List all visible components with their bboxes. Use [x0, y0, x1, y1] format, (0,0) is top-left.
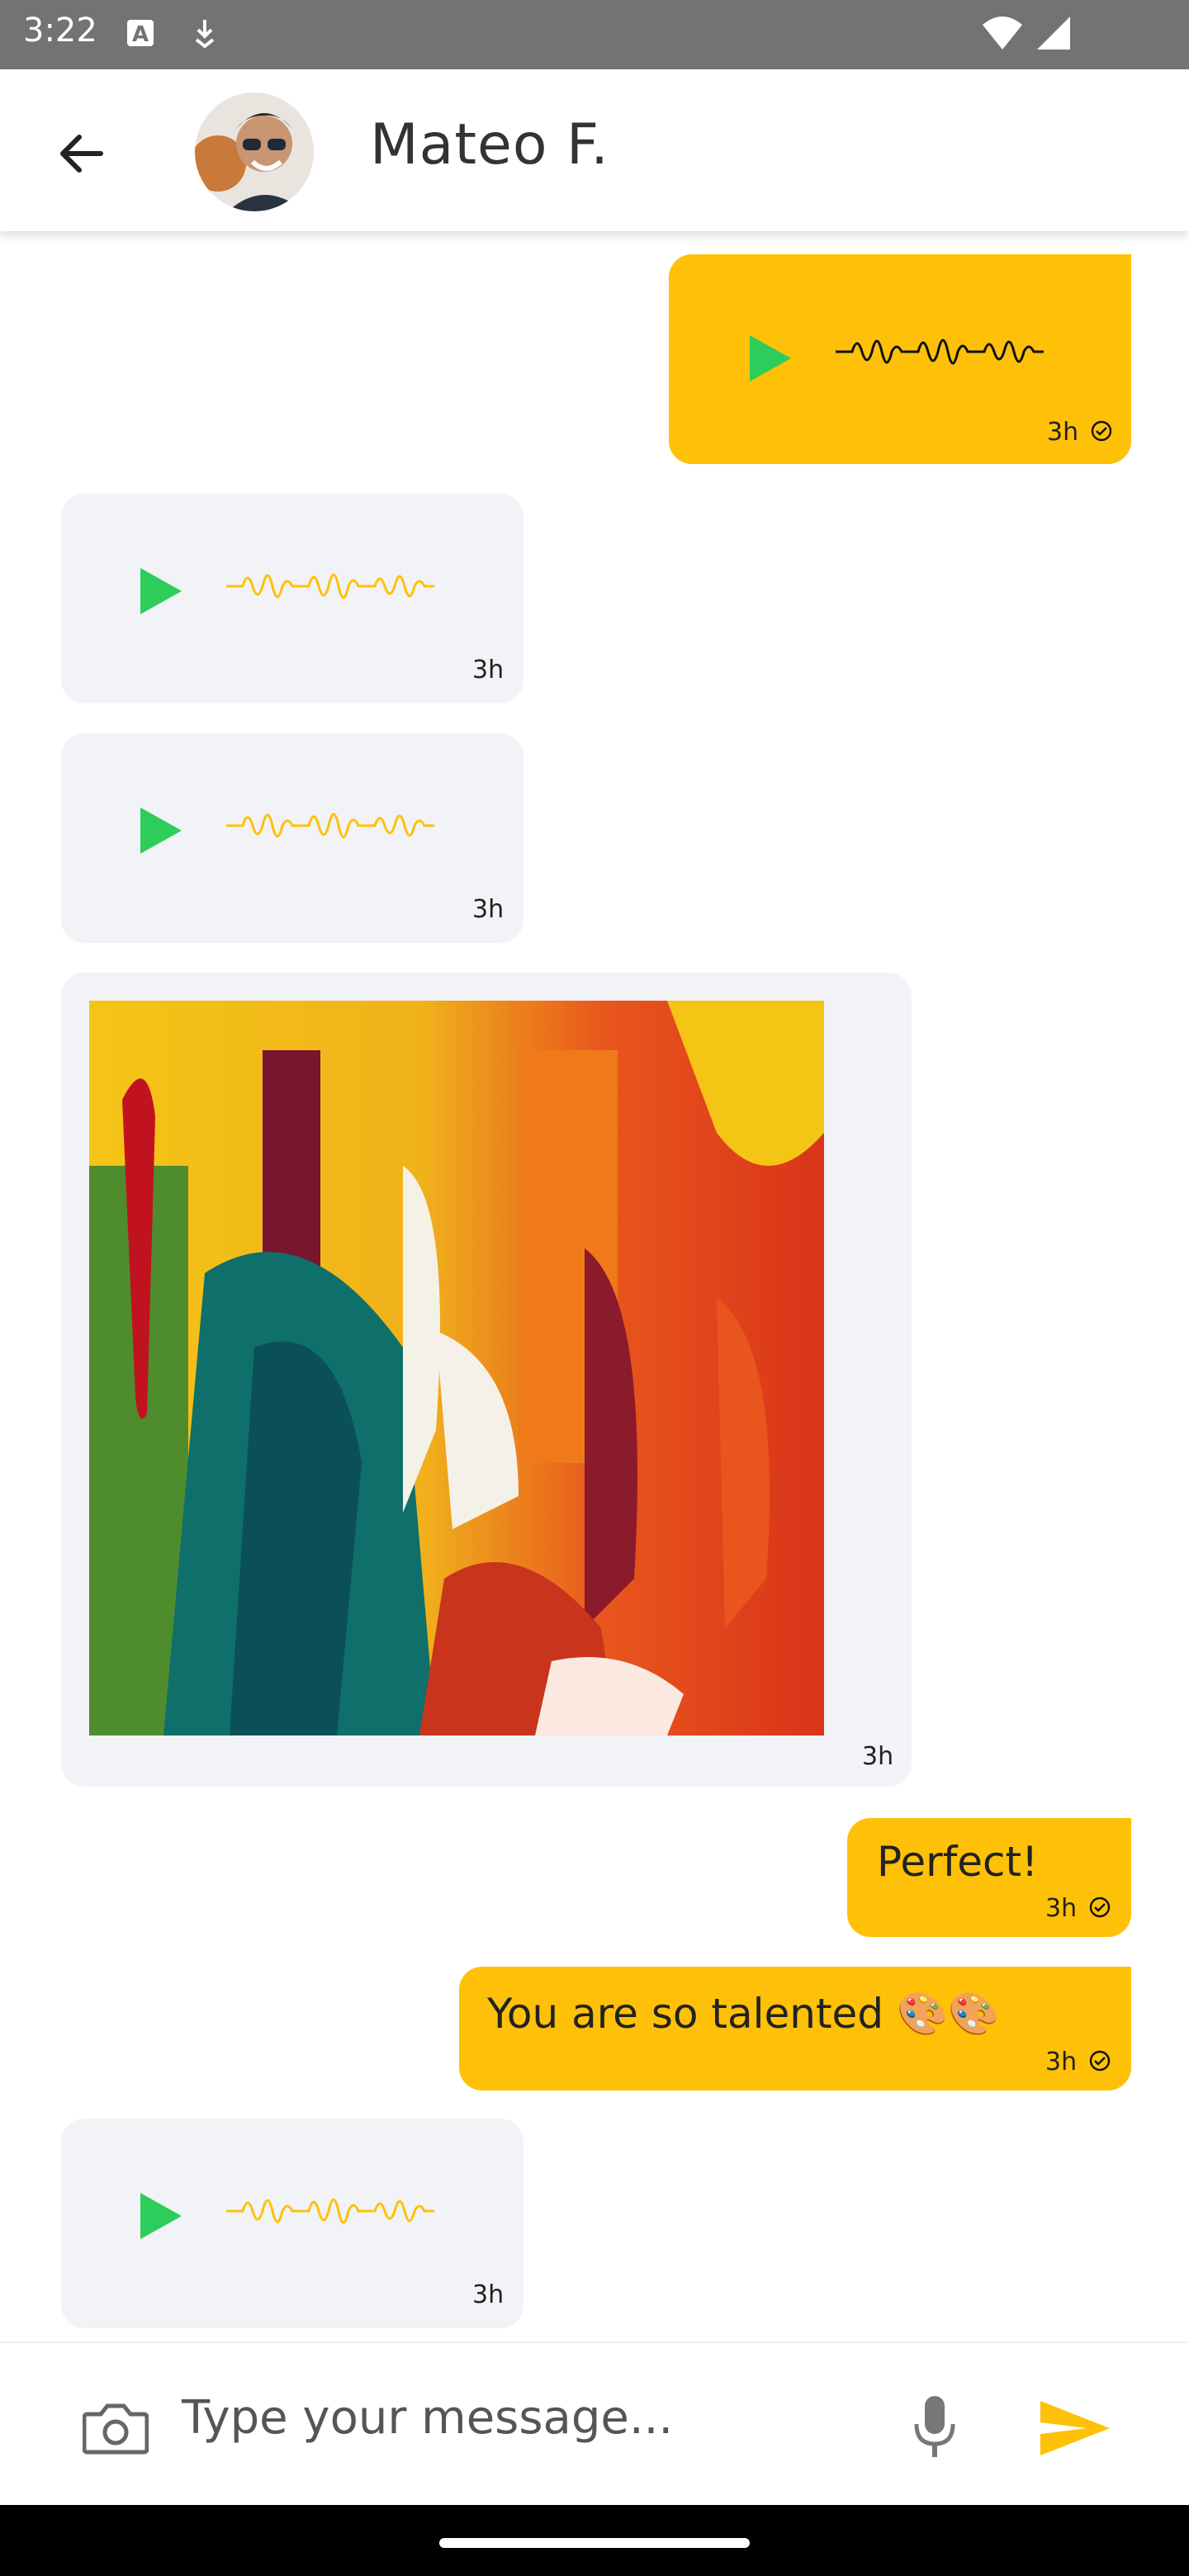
camera-icon[interactable] [83, 2401, 149, 2455]
wifi-icon [983, 17, 1022, 50]
message-text: Perfect! [877, 1838, 1039, 1886]
outgoing-audio-message[interactable]: 3h [669, 254, 1131, 464]
play-icon[interactable] [135, 2190, 185, 2242]
message-input[interactable] [182, 2376, 859, 2459]
waveform-icon [836, 339, 1044, 365]
message-time: 3h [1045, 1894, 1078, 1923]
status-bar: 3:22 A [0, 0, 1189, 69]
message-time: 3h [472, 656, 504, 684]
incoming-image-message[interactable]: 3h [61, 973, 912, 1787]
outgoing-text-message[interactable]: You are so talented 🎨🎨 3h [459, 1967, 1131, 2091]
check-icon [1091, 420, 1112, 442]
download-icon [195, 20, 215, 49]
signal-icon [1037, 17, 1070, 50]
painting-image[interactable] [89, 1001, 824, 1735]
play-icon[interactable] [135, 804, 185, 857]
message-time: 3h [472, 2280, 504, 2309]
svg-text:A: A [132, 22, 149, 47]
send-icon[interactable] [1037, 2398, 1113, 2459]
incoming-audio-message[interactable]: 3h [61, 494, 523, 703]
waveform-icon [226, 2198, 434, 2224]
incoming-audio-message[interactable]: 3h [61, 2119, 523, 2328]
message-time: 3h [1045, 2048, 1078, 2076]
message-time: 3h [862, 1742, 894, 1771]
play-icon[interactable] [745, 332, 794, 385]
system-navigation-bar [0, 2505, 1189, 2576]
outgoing-text-message[interactable]: Perfect! 3h [847, 1818, 1131, 1937]
home-indicator[interactable] [439, 2538, 750, 2548]
waveform-icon [226, 812, 434, 839]
avatar[interactable] [195, 92, 314, 211]
notification-a-icon: A [127, 20, 154, 47]
check-icon [1089, 1896, 1111, 1918]
message-list[interactable]: 3h 3h 3h 3h Perfect! 3h You are so talen… [0, 231, 1189, 2342]
back-arrow-icon [60, 135, 103, 173]
message-time: 3h [472, 895, 504, 924]
check-icon [1089, 2050, 1111, 2072]
microphone-icon[interactable] [912, 2394, 958, 2460]
back-button[interactable] [46, 119, 116, 188]
incoming-audio-message[interactable]: 3h [61, 733, 523, 943]
message-text: You are so talented 🎨🎨 [487, 1990, 1000, 2038]
play-icon[interactable] [135, 565, 185, 618]
avatar-image [195, 92, 314, 211]
chat-header: Mateo F. [0, 69, 1189, 231]
message-composer [0, 2342, 1189, 2505]
waveform-icon [226, 573, 434, 599]
message-time: 3h [1047, 418, 1079, 447]
status-time: 3:22 [23, 12, 97, 50]
contact-name[interactable]: Mateo F. [370, 112, 609, 178]
